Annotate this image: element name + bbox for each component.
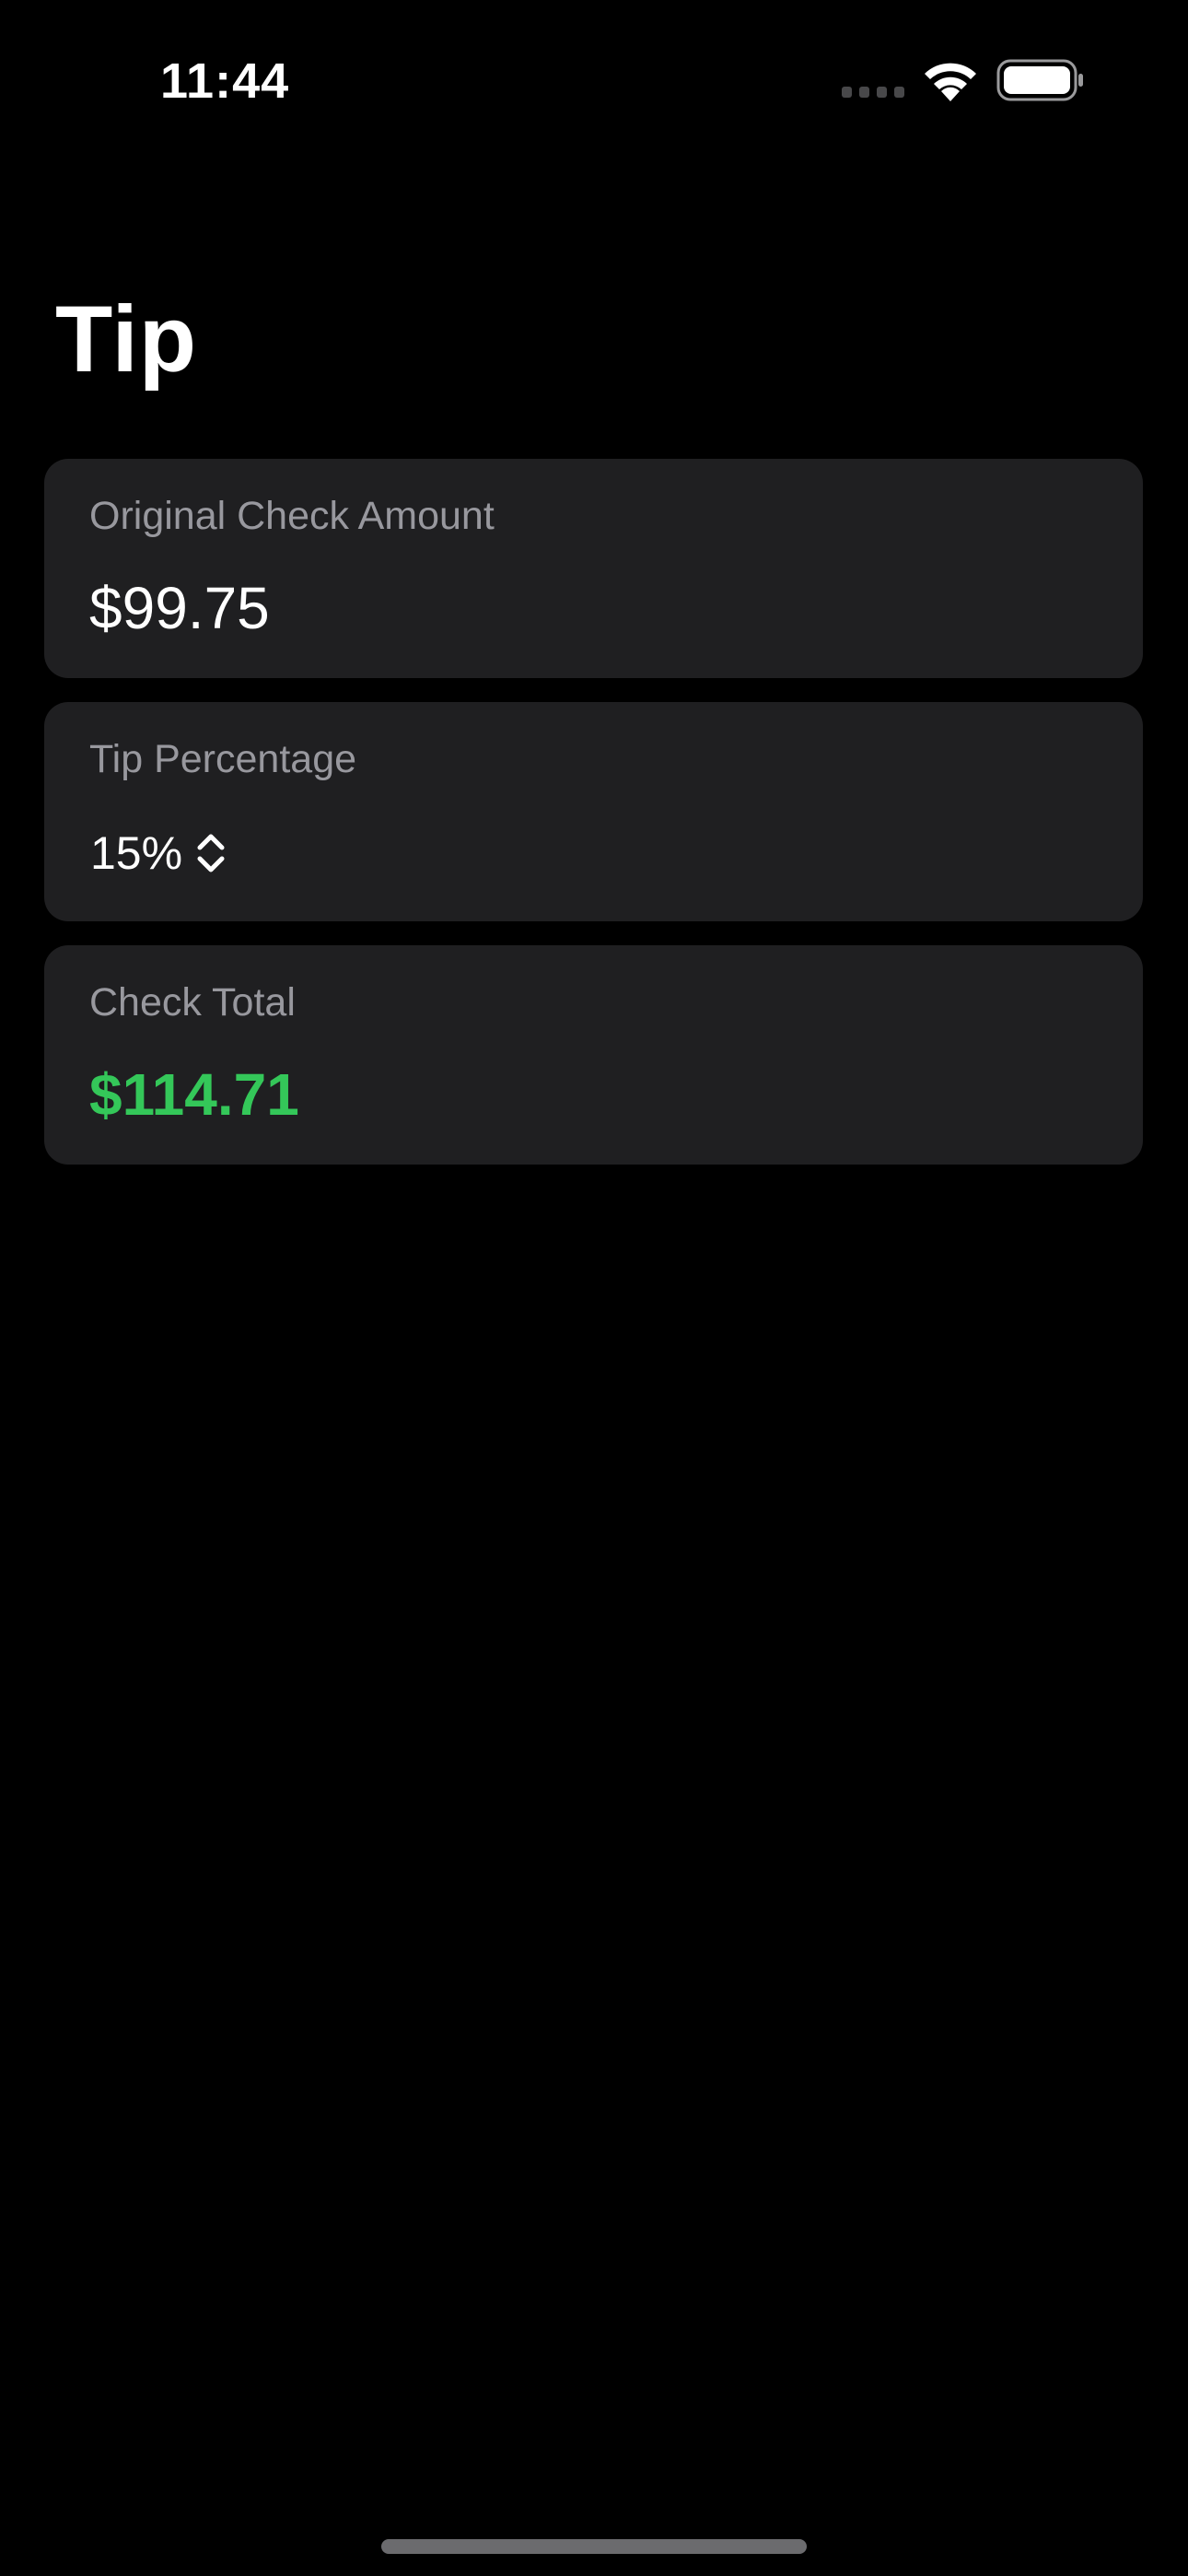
check-total-card: Check Total $114.71: [44, 945, 1143, 1165]
cellular-signal-icon: [842, 87, 904, 98]
battery-icon: [996, 59, 1083, 101]
status-time: 11:44: [160, 53, 290, 109]
tip-percentage-label: Tip Percentage: [89, 737, 357, 781]
original-check-amount-card: Original Check Amount $99.75: [44, 459, 1143, 678]
tip-percentage-picker[interactable]: 15%: [90, 820, 227, 886]
tip-percentage-card: Tip Percentage 15%: [44, 702, 1143, 921]
check-total-label: Check Total: [89, 980, 296, 1025]
wifi-icon: [925, 63, 976, 101]
check-total-value: $114.71: [89, 1061, 299, 1128]
status-bar: 11:44: [0, 0, 1188, 157]
original-check-amount-label: Original Check Amount: [89, 494, 495, 538]
original-check-amount-value[interactable]: $99.75: [89, 573, 270, 643]
tip-percentage-value: 15%: [90, 827, 183, 879]
home-indicator[interactable]: [381, 2539, 807, 2554]
chevron-up-down-icon: [197, 834, 225, 872]
page-title: Tip: [55, 287, 198, 392]
